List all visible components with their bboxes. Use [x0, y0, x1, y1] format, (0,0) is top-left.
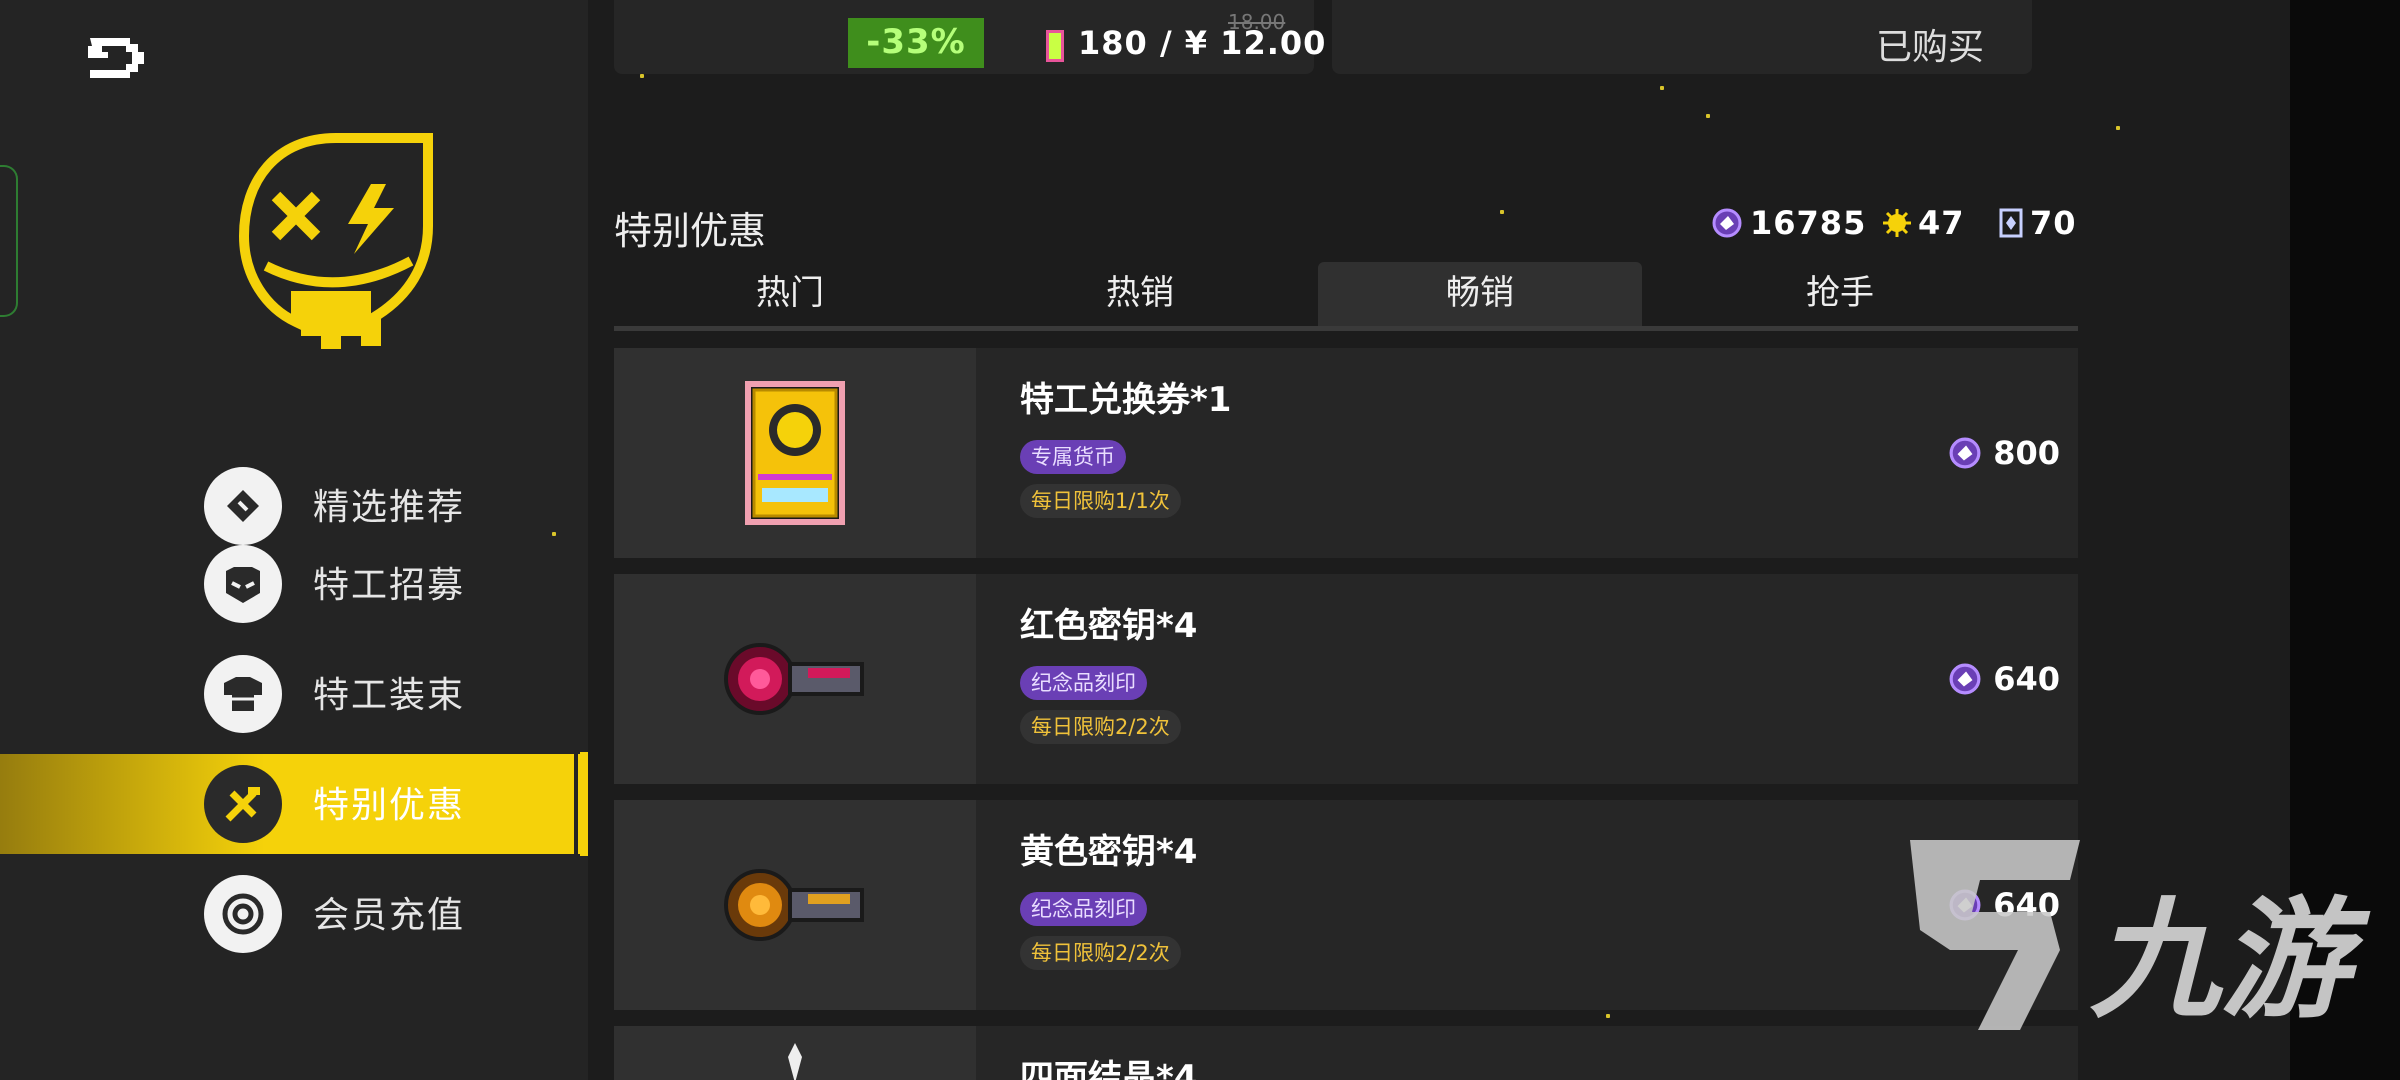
agent-face-icon: [204, 545, 282, 623]
item-name: 红色密钥*4: [1020, 606, 1198, 646]
tab-hot-sale[interactable]: 热销: [980, 262, 1300, 328]
star-sparkle: [1500, 210, 1504, 214]
sidebar-item-label: 精选推荐: [313, 487, 466, 528]
item-price-value: 800: [1993, 434, 2060, 472]
side-pull-handle[interactable]: [0, 165, 18, 317]
discount-badge: -33%: [848, 18, 984, 68]
tab-bar: 热门 热销 畅销 抢手: [614, 262, 2078, 328]
back-arrow-icon[interactable]: [78, 30, 158, 84]
item-category-tag: 纪念品刻印: [1020, 666, 1147, 700]
jiuyou-watermark-logo: 九游: [1910, 840, 2371, 1036]
sidebar-item-outfit[interactable]: 特工装束: [0, 644, 588, 744]
star-sparkle: [2116, 126, 2120, 130]
list-item[interactable]: 四面结晶*4: [614, 1026, 2078, 1080]
currency-sun-value: 47: [1918, 204, 1965, 242]
sidebar-item-membership[interactable]: 会员充值: [0, 864, 588, 964]
tab-in-demand[interactable]: 抢手: [1680, 262, 2000, 328]
red-key-icon: [614, 574, 976, 784]
purchase-limit-tag: 每日限购2/2次: [1020, 936, 1181, 970]
sidebar-item-recruit[interactable]: 特工招募: [0, 534, 588, 634]
item-name: 黄色密钥*4: [1020, 832, 1198, 872]
tab-best-seller[interactable]: 畅销: [1318, 262, 1642, 328]
tab-underline: [614, 326, 2078, 331]
star-sparkle: [1660, 86, 1664, 90]
purchased-label: 已购买: [1876, 27, 1985, 68]
item-category-tag: 专属货币: [1020, 440, 1126, 474]
gem-icon: [1949, 437, 1981, 469]
sun-coin-icon: [1883, 209, 1911, 237]
gem-icon: [1949, 663, 1981, 695]
star-sparkle: [552, 532, 556, 536]
sidebar-item-label: 会员充值: [313, 895, 466, 936]
yellow-key-icon: [614, 800, 976, 1010]
star-sparkle: [1606, 1014, 1610, 1018]
card-icon: [1999, 208, 2023, 238]
sidebar-item-label: 特别优惠: [313, 785, 466, 826]
fork-knife-icon: [204, 765, 282, 843]
crystal-icon: [614, 1026, 976, 1080]
sidebar-item-special-offer[interactable]: 特别优惠: [0, 752, 588, 856]
currency-gem-value: 16785: [1750, 204, 1867, 242]
target-icon: [204, 875, 282, 953]
list-item[interactable]: 红色密钥*4 纪念品刻印 每日限购2/2次 640: [614, 574, 2078, 784]
watermark-text: 九游: [2090, 884, 2371, 1036]
section-title: 特别优惠: [614, 209, 767, 253]
sidebar: 精选推荐 特工招募 特工装束 特别优惠 会员充值: [0, 0, 588, 1080]
item-name: 特工兑换券*1: [1020, 380, 1232, 420]
item-price[interactable]: 640: [1949, 660, 2060, 698]
tab-popular[interactable]: 热门: [630, 262, 950, 328]
item-price-value: 640: [1993, 660, 2060, 698]
list-item[interactable]: 特工兑换券*1 专属货币 每日限购1/1次 800: [614, 348, 2078, 558]
star-sparkle: [1706, 114, 1710, 118]
purchase-limit-tag: 每日限购1/1次: [1020, 484, 1181, 518]
outfit-icon: [204, 655, 282, 733]
item-category-tag: 纪念品刻印: [1020, 892, 1147, 926]
item-name: 四面结晶*4: [1020, 1058, 1198, 1080]
gem-icon: [1712, 208, 1742, 238]
game-logo: [238, 133, 433, 349]
purchase-limit-tag: 每日限购2/2次: [1020, 710, 1181, 744]
agent-ticket-icon: [614, 348, 976, 558]
sidebar-item-label: 特工装束: [313, 675, 466, 716]
sidebar-item-label: 特工招募: [313, 565, 466, 606]
original-price: 18.00: [1228, 10, 1286, 34]
currency-card-value: 70: [2030, 204, 2077, 242]
list-item[interactable]: 黄色密钥*4 纪念品刻印 每日限购2/2次 640: [614, 800, 2078, 1010]
star-sparkle: [640, 74, 644, 78]
item-price[interactable]: 800: [1949, 434, 2060, 472]
